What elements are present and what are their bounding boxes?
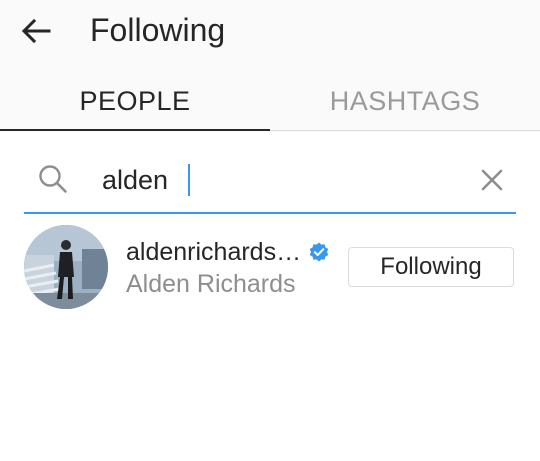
username[interactable]: aldenrichards…	[126, 238, 301, 267]
tab-divider	[270, 130, 540, 131]
page-title: Following	[90, 12, 226, 48]
search-result-row[interactable]: aldenrichards… Alden Richards Following	[0, 220, 540, 316]
search-icon	[39, 165, 67, 193]
clear-search-button[interactable]	[476, 164, 508, 196]
following-button[interactable]: Following	[348, 247, 514, 287]
search-input[interactable]	[102, 160, 442, 200]
tab-people[interactable]: PEOPLE	[0, 72, 270, 130]
username-line: aldenrichards…	[126, 236, 329, 268]
avatar[interactable]	[24, 225, 108, 309]
back-button[interactable]	[18, 14, 54, 48]
arrow-left-icon	[21, 18, 51, 44]
top-bar: Following	[0, 0, 540, 62]
text-caret	[188, 164, 190, 196]
profile-photo	[24, 225, 108, 309]
active-tab-indicator	[0, 129, 270, 131]
full-name: Alden Richards	[126, 270, 296, 298]
tab-hashtags[interactable]: HASHTAGS	[270, 72, 540, 130]
verified-badge-icon	[309, 242, 329, 262]
close-icon	[481, 169, 503, 191]
tab-bar: PEOPLE HASHTAGS	[0, 72, 540, 132]
app-header: Following PEOPLE HASHTAGS	[0, 0, 540, 132]
search-bar	[24, 152, 516, 214]
